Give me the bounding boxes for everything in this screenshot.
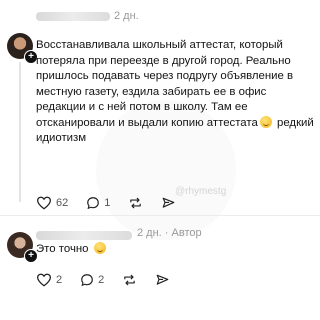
comment-2-actions: 2 2 bbox=[36, 273, 188, 287]
share-button[interactable] bbox=[161, 196, 176, 210]
comment-1-text-main: Восстанавливала школьный аттестат, котор… bbox=[36, 39, 294, 129]
reply-button[interactable]: 1 bbox=[86, 196, 110, 210]
reply-button[interactable]: 2 bbox=[80, 273, 104, 287]
comment-1-author-name[interactable] bbox=[36, 12, 110, 21]
repost-button[interactable] bbox=[122, 273, 137, 287]
comment-2-text: Это точно bbox=[36, 242, 316, 258]
share-icon bbox=[163, 197, 175, 208]
comment-2-avatar[interactable]: + bbox=[7, 232, 38, 263]
like-button[interactable]: 2 bbox=[36, 273, 62, 287]
thread-line bbox=[19, 62, 21, 202]
share-icon bbox=[156, 274, 169, 285]
comment-2-text-main: Это точно bbox=[36, 243, 89, 255]
reply-count: 2 bbox=[98, 274, 105, 286]
divider bbox=[0, 215, 320, 216]
like-count: 2 bbox=[56, 274, 63, 286]
reply-count: 1 bbox=[104, 197, 111, 209]
repost-icon bbox=[130, 197, 142, 209]
comment-2-author-name[interactable] bbox=[36, 231, 132, 240]
comment-icon bbox=[87, 197, 100, 210]
smile-emoji-icon bbox=[259, 115, 272, 128]
repost-button[interactable] bbox=[128, 196, 143, 210]
comment-1-actions: 62 1 bbox=[36, 196, 194, 210]
like-count: 62 bbox=[56, 197, 69, 209]
comment-icon bbox=[81, 274, 93, 287]
comment-1-text: Восстанавливала школьный аттестат, котор… bbox=[36, 38, 316, 147]
repost-icon bbox=[124, 274, 135, 286]
smile-emoji-icon bbox=[93, 242, 106, 254]
heart-icon bbox=[36, 196, 52, 210]
comment-1-time: 2 дн. bbox=[114, 10, 139, 22]
share-button[interactable] bbox=[155, 273, 170, 287]
comment-2-time: 2 дн. · Автор bbox=[137, 227, 202, 239]
comment-1-avatar[interactable]: + bbox=[7, 33, 38, 64]
like-button[interactable]: 62 bbox=[36, 196, 68, 210]
heart-icon bbox=[36, 273, 52, 287]
